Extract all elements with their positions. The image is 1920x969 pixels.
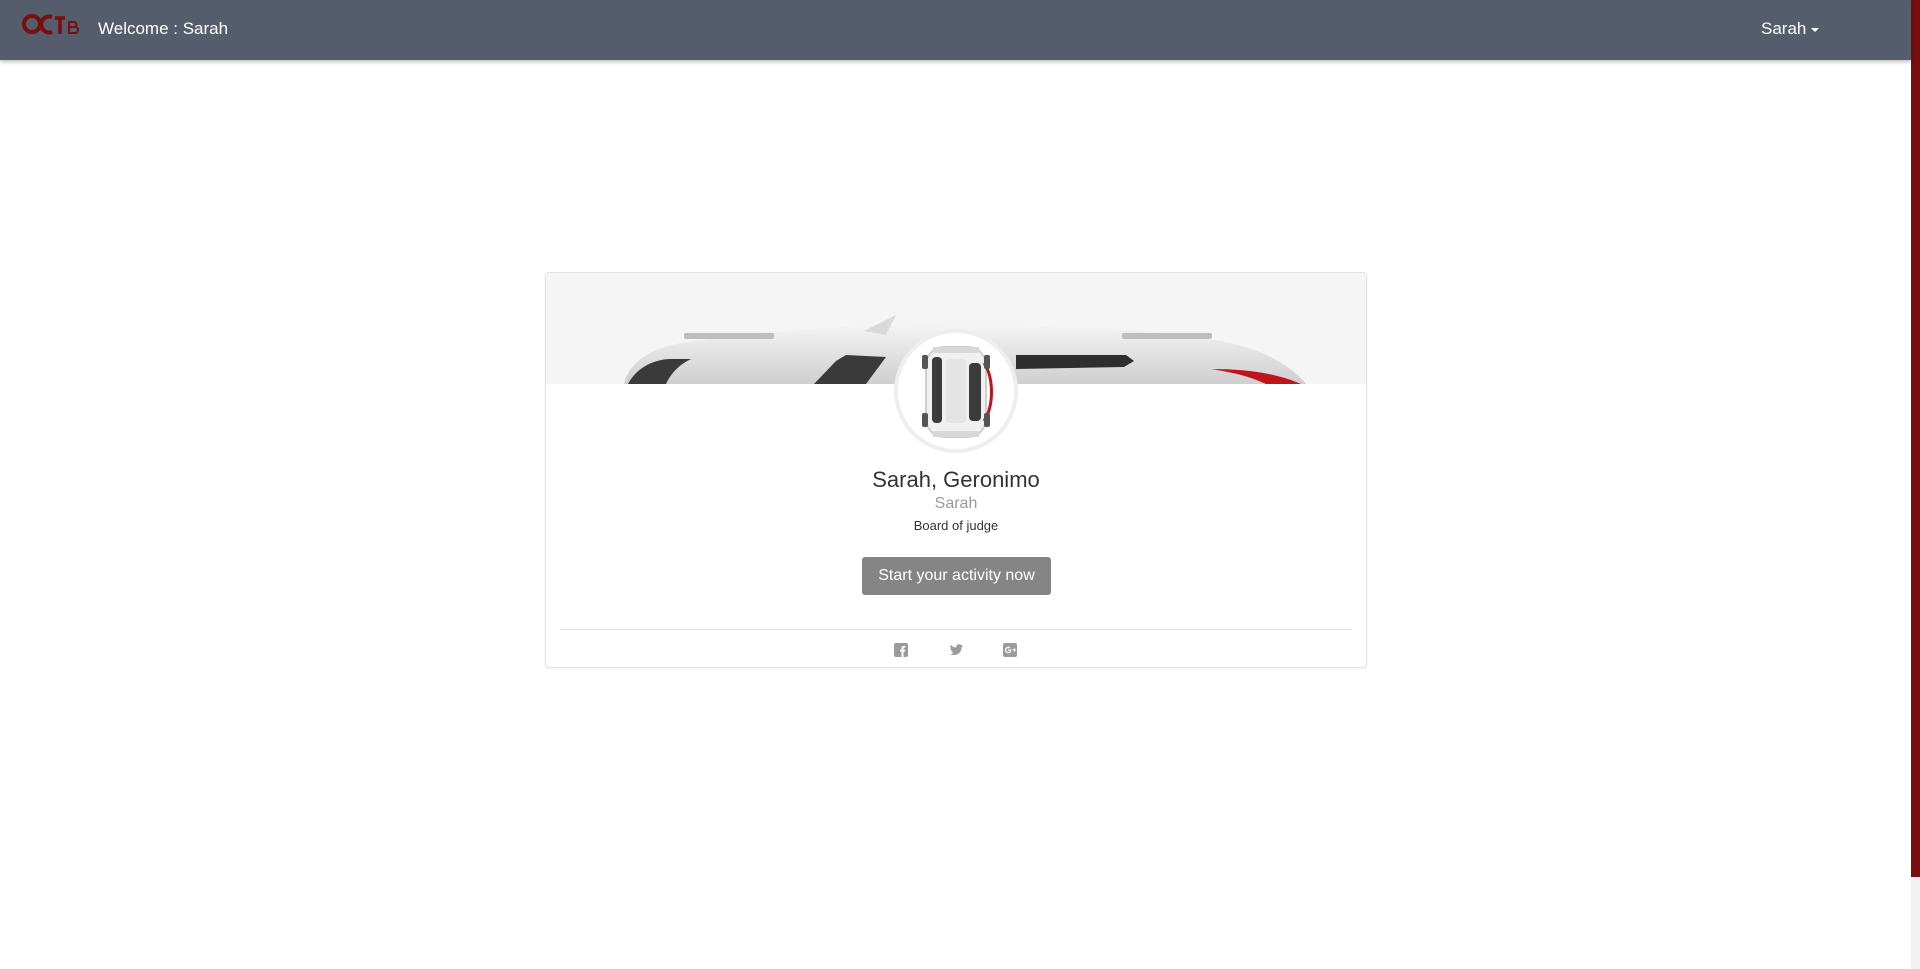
profile-role: Board of judge [913, 518, 999, 533]
profile-username: Sarah [934, 495, 978, 512]
facebook-icon[interactable] [893, 642, 909, 658]
card-divider [560, 629, 1352, 630]
caret-down-icon [1811, 27, 1820, 32]
google-plus-icon[interactable] [1002, 642, 1018, 658]
car-top-view-icon [898, 333, 1014, 449]
twitter-icon[interactable] [948, 642, 964, 658]
user-menu-dropdown[interactable]: Sarah [1761, 19, 1820, 39]
scrollbar-thumb[interactable] [1911, 0, 1920, 877]
profile-card: Sarah, Geronimo Sarah Board of judge Sta… [545, 272, 1367, 668]
octb-logo-icon[interactable] [22, 12, 80, 38]
profile-avatar [894, 329, 1018, 453]
profile-full-name: Sarah, Geronimo [872, 467, 1040, 492]
start-activity-button[interactable]: Start your activity now [862, 557, 1051, 595]
welcome-text: Welcome : Sarah [98, 19, 229, 38]
top-navbar: Welcome : Sarah Sarah [0, 0, 1911, 60]
user-menu-label: Sarah [1761, 19, 1807, 38]
page-scrollbar[interactable] [1911, 0, 1920, 969]
